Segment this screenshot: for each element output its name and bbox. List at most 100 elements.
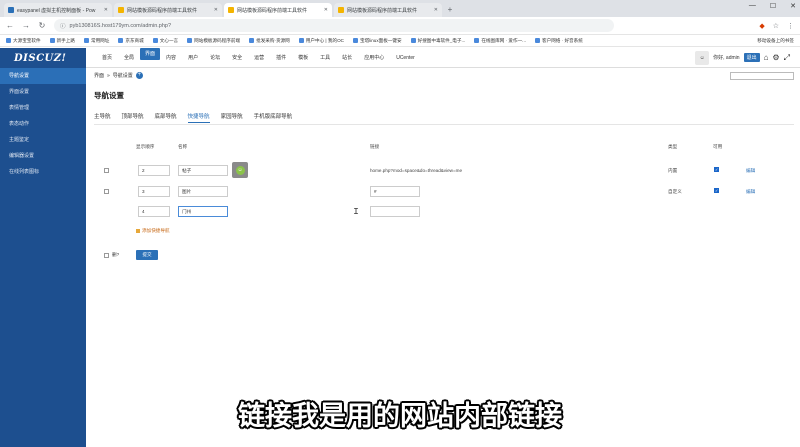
delete-label: 删? — [112, 252, 120, 257]
bookmark-item[interactable]: 在线图库网 · 爱作一... — [474, 38, 526, 44]
maximize-icon[interactable]: ☐ — [770, 2, 776, 10]
top-nav-item[interactable]: 用户 — [182, 48, 204, 68]
browser-tab[interactable]: 网站模板源码程序前端工具软件 ✕ — [334, 3, 442, 17]
top-nav-item[interactable]: 论坛 — [204, 48, 226, 68]
sidebar-item[interactable]: 主题鉴定 — [0, 132, 86, 148]
mobile-bookmarks[interactable]: 移动设备上的书签 — [757, 38, 794, 44]
minimize-icon[interactable]: — — [749, 2, 756, 10]
nav-subtab[interactable]: 顶部导航 — [122, 112, 144, 123]
logout-button[interactable]: 退出 — [743, 53, 760, 62]
close-tab-icon[interactable]: ✕ — [324, 7, 328, 13]
home-icon[interactable]: ⌂ — [764, 53, 769, 62]
name-input[interactable]: 帖子 — [178, 165, 228, 176]
site-info-icon[interactable]: ⓘ — [60, 22, 66, 30]
top-nav-item[interactable]: 首页 — [96, 48, 118, 68]
bookmark-item[interactable]: 新手上路 — [49, 37, 75, 44]
admin-search-input[interactable] — [730, 72, 794, 80]
name-input[interactable]: 图片 — [178, 186, 228, 197]
nav-subtab[interactable]: 手机版底部导航 — [254, 112, 293, 123]
order-input[interactable]: 2 — [138, 165, 170, 176]
bookmark-item[interactable]: 文心一言 — [152, 38, 178, 44]
top-nav-item[interactable]: 界面 — [140, 47, 161, 60]
bookmark-item[interactable]: 京东商城 — [118, 38, 144, 44]
edit-link[interactable]: 编辑 — [746, 189, 755, 195]
menu-icon[interactable]: ⋮ — [787, 22, 794, 30]
top-nav-item[interactable]: 安全 — [226, 48, 248, 68]
user-area: ☺ 你好, admin 退出 ⌂ ⚙ ⤢ — [695, 50, 800, 65]
sidebar-item[interactable]: 界面设置 — [0, 84, 86, 100]
enabled-checkbox[interactable]: ✓ — [714, 167, 719, 172]
bookmark-label: 网站模板源码程序前端 — [194, 37, 241, 43]
top-nav-item[interactable]: 站长 — [336, 48, 358, 68]
close-window-icon[interactable]: ✕ — [790, 2, 796, 10]
nav-subtab[interactable]: 快捷导航 — [187, 112, 210, 123]
bookmark-item[interactable]: 网站模板源码程序前端 — [187, 38, 240, 44]
top-nav-item[interactable]: 工具 — [314, 48, 336, 68]
top-nav-item[interactable]: 插件 — [270, 48, 292, 68]
sidebar-item[interactable]: 在线列表图标 — [0, 164, 86, 180]
delete-all-checkbox[interactable] — [104, 252, 109, 258]
nav-subtab[interactable]: 底部导航 — [155, 112, 177, 123]
bookmark-item[interactable]: 常用网址 — [83, 37, 110, 44]
bookmark-label: 用户中心 | 我的OC — [305, 37, 344, 43]
bookmark-item[interactable]: 批发采购·货源网 — [249, 38, 290, 44]
bookmark-label: 新手上路 — [56, 37, 75, 43]
edit-link[interactable]: 编辑 — [746, 168, 755, 174]
expand-icon[interactable]: ⤢ — [784, 53, 790, 63]
browser-tab[interactable]: 网站模板源码程序前端工具软件 ✕ — [114, 3, 222, 17]
new-name-input[interactable]: 门州 — [178, 206, 228, 217]
breadcrumb-root[interactable]: 界面 — [94, 72, 104, 79]
new-link-input[interactable] — [370, 206, 420, 217]
browser-tab[interactable]: easypanel 虚拟主机控制面板 - Pow ✕ — [4, 3, 112, 17]
close-tab-icon[interactable]: ✕ — [104, 7, 108, 13]
bookmark-label: 常用网址 — [90, 37, 110, 43]
new-order-input[interactable]: 4 — [138, 206, 170, 217]
forward-icon[interactable]: → — [22, 21, 30, 30]
add-quick-nav-link[interactable]: 添加快捷导航 — [136, 228, 170, 234]
address-text: pyb130816S.host179ym.com/admin.php? — [69, 22, 172, 29]
top-nav-item[interactable]: 模板 — [292, 48, 314, 68]
address-input[interactable]: ⓘ pyb130816S.host179ym.com/admin.php? — [54, 19, 614, 32]
row-select-checkbox[interactable] — [104, 168, 109, 173]
top-nav-item[interactable]: UCenter — [390, 48, 421, 68]
add-shortcut-icon[interactable]: + — [135, 72, 143, 79]
bookmark-label: 在线图库网 · 爱作一... — [481, 37, 526, 43]
top-nav-item[interactable]: 应用中心 — [358, 48, 390, 68]
nav-subtab[interactable]: 主导航 — [94, 112, 111, 123]
bookmark-item[interactable]: 用户中心 | 我的OC — [298, 37, 344, 44]
sidebar-item[interactable]: 表情管理 — [0, 100, 86, 116]
submit-button[interactable]: 提交 — [136, 250, 158, 260]
sidebar-item[interactable]: 编辑器设置 — [0, 148, 86, 164]
bookmark-label: 大源宝宝软件 — [13, 37, 41, 43]
bookmark-favicon-icon — [535, 38, 540, 43]
back-icon[interactable]: ← — [6, 21, 14, 30]
bookmark-item[interactable]: 客户网络 · 好音系统 — [535, 38, 583, 44]
browser-tab-active[interactable]: 网站模板源码程序前端工具软件 ✕ — [224, 3, 332, 17]
nav-icon-thumbnail[interactable]: ☺ — [232, 162, 248, 178]
new-tab-button[interactable]: + — [444, 3, 456, 17]
bookmark-item[interactable]: 好搜图中毒软件_电子... — [410, 38, 465, 44]
video-caption: 链接我是用的网站内部链接 — [238, 401, 562, 432]
top-nav-item[interactable]: 运营 — [248, 48, 270, 68]
sidebar-item[interactable]: 导航设置 — [0, 68, 86, 84]
order-input[interactable]: 3 — [138, 186, 170, 197]
extension-icon[interactable]: ◆ — [759, 22, 764, 30]
nav-subtab[interactable]: 家园导航 — [221, 112, 243, 123]
close-tab-icon[interactable]: ✕ — [434, 7, 438, 13]
tab-label: 网站模板源码程序前端工具软件 — [347, 7, 418, 14]
link-input[interactable]: # — [370, 186, 420, 197]
bookmark-item[interactable]: 宝塔linux面板一键安 — [352, 38, 402, 44]
reload-icon[interactable]: ↻ — [38, 21, 46, 30]
star-icon[interactable]: ☆ — [773, 22, 779, 30]
gear-icon[interactable]: ⚙ — [772, 53, 779, 62]
top-nav-item[interactable]: 内容 — [160, 48, 182, 68]
close-tab-icon[interactable]: ✕ — [214, 7, 218, 13]
bookmark-item[interactable]: 大源宝宝软件 — [6, 38, 41, 44]
breadcrumb: 界面 » 导航设置 + — [94, 72, 143, 79]
tab-favicon-icon — [118, 7, 124, 13]
sidebar-item[interactable]: 表态动作 — [0, 116, 86, 132]
top-nav-item[interactable]: 全局 — [118, 48, 140, 68]
enabled-checkbox[interactable]: ✓ — [714, 188, 719, 193]
bookmark-favicon-icon — [352, 38, 358, 43]
row-select-checkbox[interactable] — [104, 189, 109, 194]
